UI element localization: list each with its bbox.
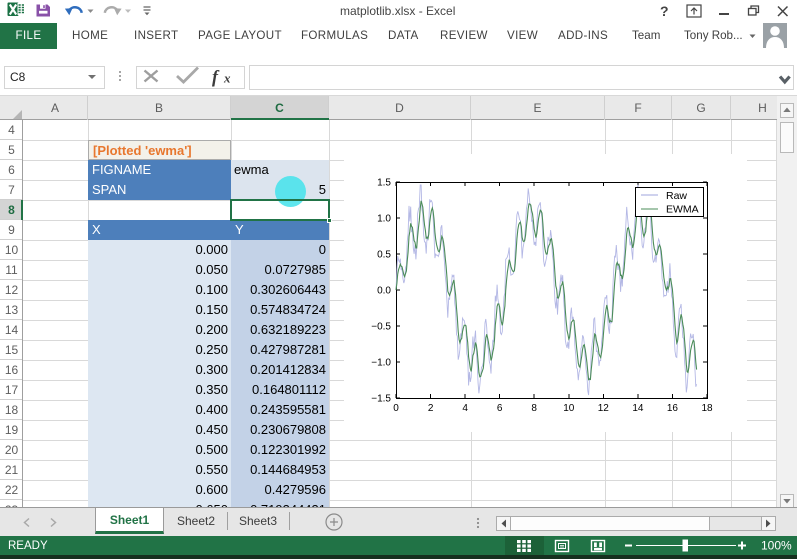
svg-text:−0.5: −0.5 (371, 322, 391, 333)
svg-text:2: 2 (428, 403, 434, 414)
svg-text:?: ? (660, 3, 669, 19)
svg-text:18: 18 (701, 403, 713, 414)
svg-text:100%: 100% (761, 539, 792, 553)
svg-text:0.5: 0.5 (377, 250, 391, 261)
svg-text:1.5: 1.5 (377, 178, 391, 189)
svg-text:10: 10 (563, 403, 575, 414)
svg-text:16: 16 (667, 403, 679, 414)
svg-text:4: 4 (462, 403, 468, 414)
svg-text:EWMA: EWMA (666, 204, 699, 216)
svg-text:x: x (223, 71, 231, 86)
svg-text:−1.5: −1.5 (371, 394, 391, 405)
svg-text:0: 0 (393, 403, 399, 414)
svg-text:Raw: Raw (666, 190, 687, 202)
svg-text:1.0: 1.0 (377, 214, 391, 225)
svg-text:8: 8 (531, 403, 537, 414)
svg-text:−1.0: −1.0 (371, 358, 391, 369)
svg-text:14: 14 (632, 403, 644, 414)
svg-text:12: 12 (598, 403, 610, 414)
svg-text:6: 6 (497, 403, 503, 414)
svg-text:0.0: 0.0 (377, 286, 391, 297)
svg-text:f: f (212, 67, 220, 87)
